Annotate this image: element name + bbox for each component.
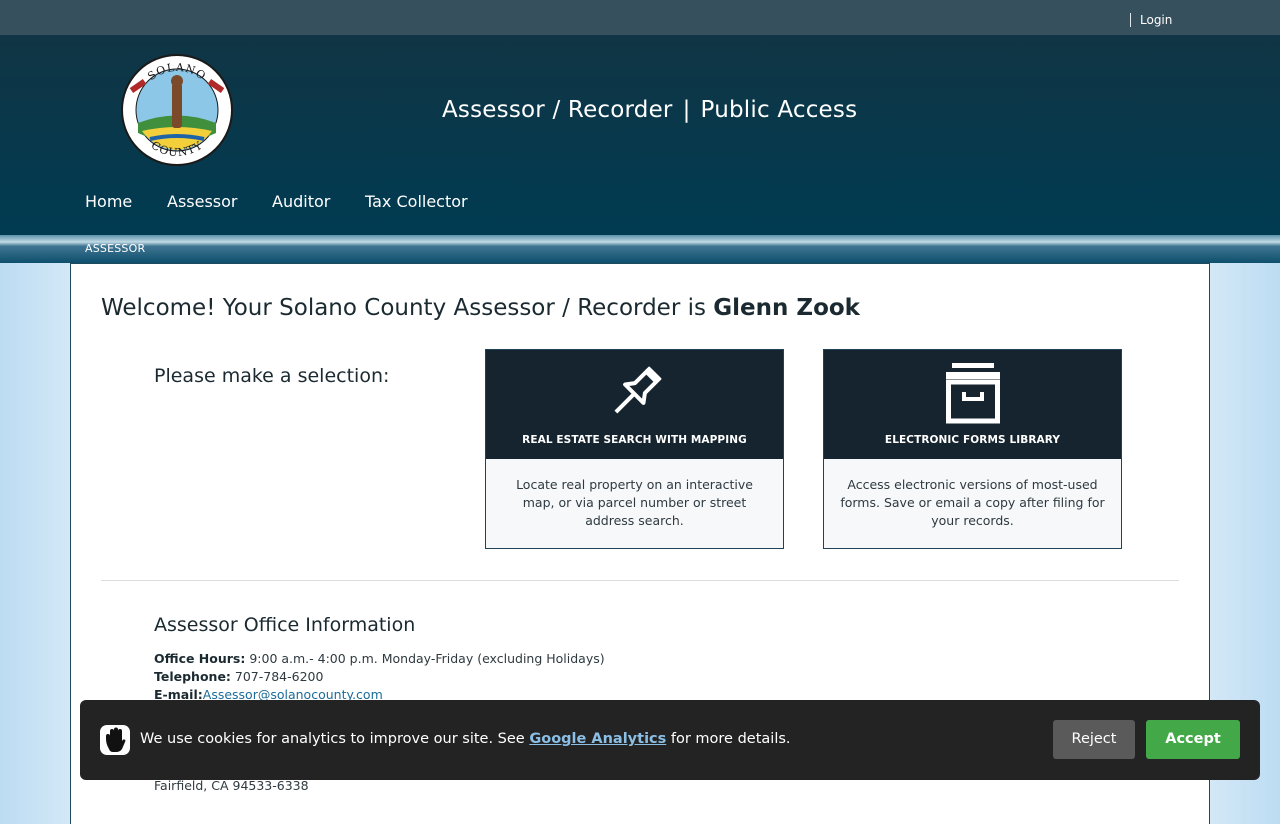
cookie-message-prefix: We use cookies for analytics to improve … bbox=[140, 731, 530, 747]
nav-item-tax-collector[interactable]: Tax Collector bbox=[365, 192, 468, 211]
welcome-heading: Welcome! Your Solano County Assessor / R… bbox=[101, 295, 860, 321]
site-title-right: Public Access bbox=[700, 97, 858, 123]
office-hours-label: Office Hours: bbox=[154, 651, 246, 666]
card-description: Access electronic versions of most-used … bbox=[840, 477, 1105, 528]
top-bar: Login bbox=[0, 0, 1280, 35]
cookie-message-suffix: for more details. bbox=[666, 731, 791, 747]
address-city: Fairfield, CA 94533-6338 bbox=[154, 778, 309, 793]
office-hours: Office Hours: 9:00 a.m.- 4:00 p.m. Monda… bbox=[154, 651, 605, 666]
card-title: ELECTRONIC FORMS LIBRARY bbox=[884, 434, 1061, 446]
nav-item-assessor[interactable]: Assessor bbox=[167, 192, 238, 211]
archive-box-icon bbox=[946, 363, 1000, 424]
google-analytics-link[interactable]: Google Analytics bbox=[529, 731, 666, 747]
solano-county-seal-logo[interactable]: SOLANO COUNTY bbox=[120, 53, 234, 167]
site-title: Assessor / Recorder | Public Access bbox=[442, 97, 857, 123]
pushpin-icon bbox=[614, 366, 662, 414]
card-header: ELECTRONIC FORMS LIBRARY bbox=[824, 350, 1121, 459]
cookie-message: We use cookies for analytics to improve … bbox=[140, 731, 791, 747]
telephone-label: Telephone: bbox=[154, 669, 231, 684]
office-hours-value: 9:00 a.m.- 4:00 p.m. Monday-Friday (excl… bbox=[245, 651, 605, 666]
card-title: REAL ESTATE SEARCH WITH MAPPING bbox=[522, 434, 747, 446]
welcome-text: Welcome! Your Solano County Assessor / R… bbox=[101, 295, 714, 321]
site-title-separator: | bbox=[682, 97, 691, 123]
card-description: Locate real property on an interactive m… bbox=[516, 477, 753, 528]
selection-prompt: Please make a selection: bbox=[154, 365, 390, 387]
card-header: REAL ESTATE SEARCH WITH MAPPING bbox=[486, 350, 783, 459]
office-info-heading: Assessor Office Information bbox=[154, 614, 416, 636]
electronic-forms-library-card[interactable]: ELECTRONIC FORMS LIBRARY Access electron… bbox=[823, 349, 1122, 549]
reject-button[interactable]: Reject bbox=[1053, 720, 1135, 759]
login-link[interactable]: Login bbox=[1140, 13, 1172, 27]
section-divider bbox=[101, 580, 1179, 581]
site-title-left: Assessor / Recorder bbox=[442, 97, 673, 123]
telephone-value: 707-784-6200 bbox=[230, 669, 324, 684]
telephone: Telephone: 707-784-6200 bbox=[154, 669, 323, 684]
accept-button[interactable]: Accept bbox=[1146, 720, 1240, 759]
breadcrumb: ASSESSOR bbox=[85, 242, 146, 255]
cookie-banner: We use cookies for analytics to improve … bbox=[80, 700, 1260, 780]
assessor-name: Glenn Zook bbox=[713, 295, 860, 321]
hand-stop-icon bbox=[100, 725, 130, 755]
login-separator bbox=[1130, 13, 1131, 27]
real-estate-search-card[interactable]: REAL ESTATE SEARCH WITH MAPPING Locate r… bbox=[485, 349, 784, 549]
nav-item-auditor[interactable]: Auditor bbox=[272, 192, 330, 211]
nav-item-home[interactable]: Home bbox=[85, 192, 132, 211]
header-stripe bbox=[0, 235, 1280, 263]
